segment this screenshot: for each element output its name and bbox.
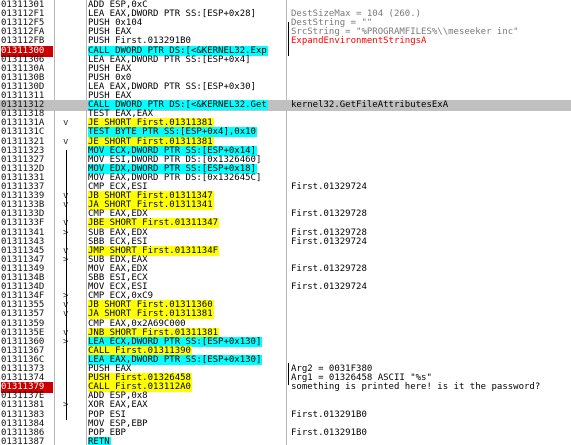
jump-marker: [63, 437, 75, 445]
call-args-bracket: [288, 363, 292, 385]
instruction-comment: [291, 437, 571, 445]
instruction-address[interactable]: 01311387: [1, 437, 53, 445]
instruction-mnemonic: RETN: [88, 436, 111, 445]
instruction-text[interactable]: RETN: [88, 436, 288, 445]
jump-flow-line: [66, 150, 67, 420]
call-args-bracket: [288, 22, 292, 56]
disassembly-view[interactable]: 01311301 ADD ESP,0xC 013112F1 LEA EAX,DWORD…: [0, 0, 571, 445]
instruction-row[interactable]: 01311387 RETN: [0, 436, 571, 445]
